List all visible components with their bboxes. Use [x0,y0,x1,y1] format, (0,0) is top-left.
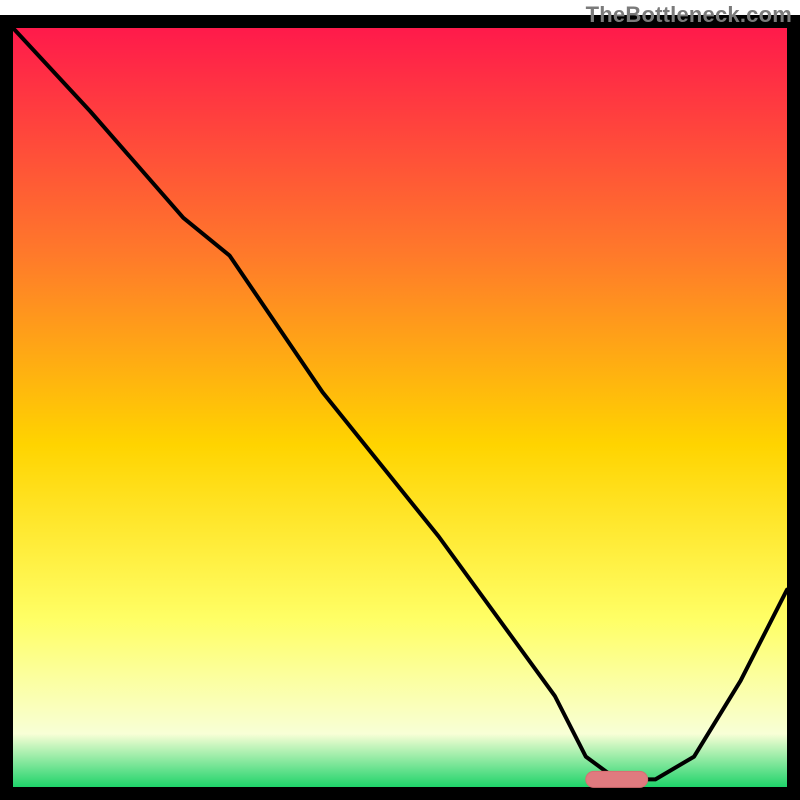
bottleneck-chart: TheBottleneck.com [0,0,800,800]
chart-background [13,28,787,787]
chart-svg [0,0,800,800]
watermark-label: TheBottleneck.com [586,2,792,28]
optimal-range-marker [586,771,648,787]
